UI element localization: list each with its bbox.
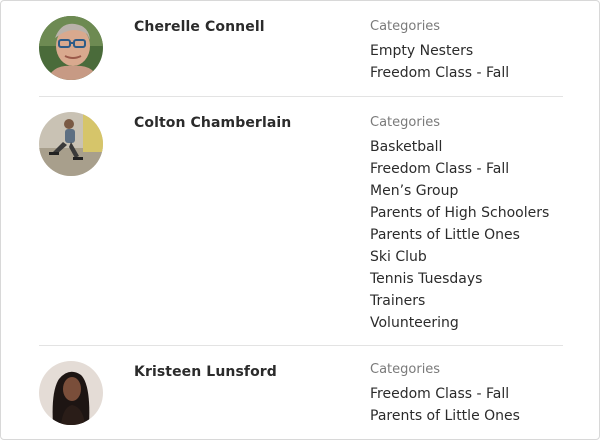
category-item: Volunteering <box>370 315 459 331</box>
category-item: Parents of High Schoolers <box>370 205 550 221</box>
categories-block: Categories Freedom Class - Fall Parents … <box>370 361 520 427</box>
categories-list: Freedom Class - Fall Parents of Little O… <box>370 383 520 427</box>
avatar[interactable] <box>39 112 103 176</box>
avatar[interactable] <box>39 16 103 80</box>
row-divider <box>39 96 563 97</box>
person-photo-icon <box>39 112 103 176</box>
category-item: Trainers <box>370 293 426 309</box>
people-list-panel: Cherelle Connell Categories Empty Nester… <box>0 0 600 440</box>
category-item: Freedom Class - Fall <box>370 65 510 81</box>
categories-list: Empty Nesters Freedom Class - Fall <box>370 40 509 84</box>
category-item: Men’s Group <box>370 183 459 199</box>
category-item: Basketball <box>370 139 443 155</box>
category-item: Parents of Little Ones <box>370 408 520 424</box>
avatar[interactable] <box>39 361 103 425</box>
person-name[interactable]: Kristeen Lunsford <box>134 364 277 380</box>
category-item: Freedom Class - Fall <box>370 386 510 402</box>
categories-heading: Categories <box>370 362 441 377</box>
categories-block: Categories Empty Nesters Freedom Class -… <box>370 18 509 84</box>
categories-heading: Categories <box>370 19 441 34</box>
row-divider <box>39 345 563 346</box>
person-name[interactable]: Cherelle Connell <box>134 19 265 35</box>
person-photo-icon <box>39 361 103 425</box>
category-item: Empty Nesters <box>370 43 474 59</box>
person-name[interactable]: Colton Chamberlain <box>134 115 291 131</box>
category-item: Tennis Tuesdays <box>370 271 483 287</box>
categories-heading: Categories <box>370 115 441 130</box>
category-item: Freedom Class - Fall <box>370 161 510 177</box>
categories-block: Categories Basketball Freedom Class - Fa… <box>370 114 549 334</box>
person-photo-icon <box>39 16 103 80</box>
categories-list: Basketball Freedom Class - Fall Men’s Gr… <box>370 136 549 334</box>
category-item: Ski Club <box>370 249 427 265</box>
category-item: Parents of Little Ones <box>370 227 520 243</box>
